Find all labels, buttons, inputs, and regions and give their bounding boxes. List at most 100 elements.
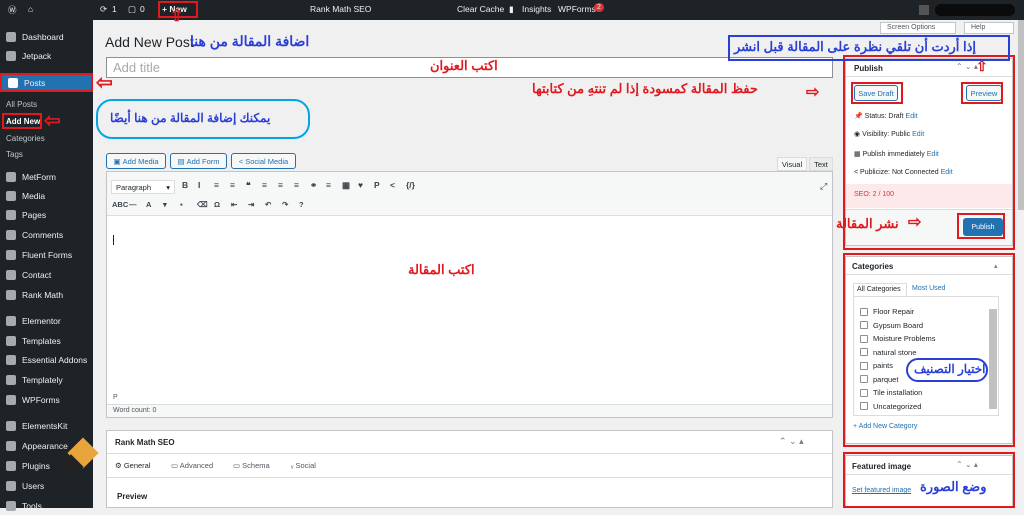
comment-icon[interactable]: ▢ xyxy=(128,4,136,15)
toolbar-button[interactable]: ≡ xyxy=(214,180,219,190)
rankmath-tab-social[interactable]: ᵥ Social xyxy=(291,461,316,470)
checkbox[interactable] xyxy=(860,388,868,397)
toolbar-button[interactable]: I xyxy=(198,180,200,190)
checkbox[interactable] xyxy=(860,375,868,383)
toolbar-button[interactable]: {/} xyxy=(406,180,415,190)
tab-text[interactable]: Text xyxy=(809,157,833,171)
rankmath-tab-schema[interactable]: ▭ Schema xyxy=(233,461,270,470)
sidebar-item-templates[interactable]: Templates xyxy=(0,331,93,350)
category-item[interactable]: Uncategorized xyxy=(860,402,921,411)
sidebar-item-tools[interactable]: Tools xyxy=(0,496,93,515)
category-item[interactable]: Floor Repair xyxy=(860,307,914,316)
toolbar-button[interactable]: ▾ xyxy=(163,200,167,209)
submenu-categories[interactable]: Categories xyxy=(6,134,45,143)
sidebar-item-posts[interactable]: Posts xyxy=(0,73,93,92)
sidebar-item-comments[interactable]: Comments xyxy=(0,225,93,244)
rankmath-tab-general[interactable]: ⚙ General xyxy=(115,461,151,470)
page-scrollbar[interactable] xyxy=(1018,20,1024,210)
toolbar-button[interactable]: ≡ xyxy=(278,180,283,190)
insights-menu[interactable]: Insights xyxy=(522,4,551,14)
category-item[interactable]: natural stone xyxy=(860,348,916,357)
category-label: parquet xyxy=(873,374,899,384)
rankmath-menu[interactable]: Rank Math SEO xyxy=(310,4,371,14)
sidebar-item-essential-addons[interactable]: Essential Addons xyxy=(0,350,93,369)
sidebar-item-metform[interactable]: MetForm xyxy=(0,167,93,186)
help-button[interactable]: Help xyxy=(964,22,1014,34)
checkbox[interactable] xyxy=(860,334,868,343)
redacted-username[interactable] xyxy=(935,4,1015,16)
toolbar-button[interactable]: ⇥ xyxy=(248,200,254,209)
sidebar-item-templately[interactable]: Templately xyxy=(0,370,93,389)
toolbar-button[interactable]: ↷ xyxy=(282,200,288,209)
category-item[interactable]: paints xyxy=(860,361,893,370)
toolbar-button[interactable]: ▦ xyxy=(342,180,350,191)
sidebar-item-pages[interactable]: Pages xyxy=(0,205,93,224)
toolbar-button[interactable]: ⇤ xyxy=(231,200,237,209)
toolbar-button[interactable]: < xyxy=(390,180,395,190)
toolbar-button[interactable]: ≡ xyxy=(326,180,331,190)
category-label: Moisture Problems xyxy=(873,334,936,343)
toolbar-button[interactable]: ≡ xyxy=(262,180,267,190)
checkbox[interactable] xyxy=(860,402,868,410)
toolbar-button[interactable]: ? xyxy=(299,200,304,209)
add-media-button[interactable]: ▣ Add Media xyxy=(106,153,166,169)
sidebar-item-contact[interactable]: Contact xyxy=(0,265,93,284)
toolbar-button[interactable]: A xyxy=(146,200,151,209)
sidebar-item-wpforms[interactable]: WPForms xyxy=(0,390,93,409)
sidebar-item-fluent-forms[interactable]: Fluent Forms xyxy=(0,245,93,264)
toolbar-button[interactable]: ABC xyxy=(112,200,128,209)
format-select[interactable]: Paragraph ▾ xyxy=(111,180,175,194)
editor-content-area[interactable] xyxy=(107,217,832,387)
checkbox[interactable] xyxy=(860,321,868,329)
annotation-write-article: اكتب المقالة xyxy=(408,262,475,277)
sidebar-item-media[interactable]: Media xyxy=(0,186,93,205)
toolbar-button[interactable]: ⚭ xyxy=(310,180,317,191)
wordpress-logo-icon[interactable]: Ⓦ xyxy=(8,4,17,16)
add-form-button[interactable]: ▤ Add Form xyxy=(170,153,227,169)
comments-count[interactable]: 1 xyxy=(112,4,117,14)
submenu-tags[interactable]: Tags xyxy=(6,150,23,159)
sidebar-item-elementskit[interactable]: ElementsKit xyxy=(0,416,93,435)
toolbar-button[interactable]: P xyxy=(374,180,380,190)
category-item[interactable]: Tile installation xyxy=(860,388,922,397)
submenu-all-posts[interactable]: All Posts xyxy=(6,100,37,109)
wpforms-menu[interactable]: WPForms xyxy=(558,4,596,14)
sidebar-item-rank-math[interactable]: Rank Math xyxy=(0,285,93,304)
checkbox[interactable] xyxy=(860,307,868,316)
updates-icon[interactable]: ⟳ xyxy=(100,4,107,15)
sidebar-item-jetpack[interactable]: Jetpack xyxy=(0,46,93,65)
pages-icon xyxy=(6,209,16,220)
rankmath-tab-advanced[interactable]: ▭ Advanced xyxy=(171,461,213,470)
category-item[interactable]: parquet xyxy=(860,375,898,384)
home-icon[interactable]: ⌂ xyxy=(28,4,33,14)
category-item[interactable]: Gypsum Board xyxy=(860,321,923,330)
toolbar-button[interactable]: ↶ xyxy=(265,200,271,209)
toolbar-button[interactable]: Ω xyxy=(214,200,220,209)
toolbar-button[interactable]: B xyxy=(182,180,188,190)
toolbar-button[interactable]: ▪ xyxy=(180,200,183,209)
arrow-up-icon: ⇧ xyxy=(170,8,184,25)
avatar[interactable] xyxy=(919,5,929,15)
checkbox[interactable] xyxy=(860,361,868,370)
toolbar-button[interactable]: — xyxy=(129,200,137,209)
screen-options-button[interactable]: Screen Options xyxy=(880,22,956,34)
save-draft-highlight xyxy=(851,82,903,104)
toolbar-button[interactable]: ⌫ xyxy=(197,200,208,209)
sidebar-item-elementor[interactable]: Elementor xyxy=(0,311,93,330)
toolbar-button[interactable]: ♥ xyxy=(358,180,363,190)
category-item[interactable]: Moisture Problems xyxy=(860,334,936,343)
chart-icon[interactable]: ▮ xyxy=(509,4,514,15)
fullscreen-icon[interactable]: ⤢ xyxy=(820,181,827,192)
notif-count[interactable]: 0 xyxy=(140,4,145,14)
sidebar-item-dashboard[interactable]: Dashboard xyxy=(0,27,93,46)
elementskit-icon xyxy=(6,420,16,431)
clear-cache-button[interactable]: Clear Cache xyxy=(457,4,504,14)
social-media-button[interactable]: < Social Media xyxy=(231,153,296,169)
category-label: Tile installation xyxy=(873,388,923,397)
checkbox[interactable] xyxy=(860,348,868,356)
toolbar-button[interactable]: ≡ xyxy=(294,180,299,190)
toolbar-button[interactable]: ≡ xyxy=(230,180,235,190)
toolbar-button[interactable]: ❝ xyxy=(246,180,251,191)
box-controls[interactable]: ⌃ ⌄ ▴ xyxy=(779,436,804,447)
tab-visual[interactable]: Visual xyxy=(777,157,807,171)
